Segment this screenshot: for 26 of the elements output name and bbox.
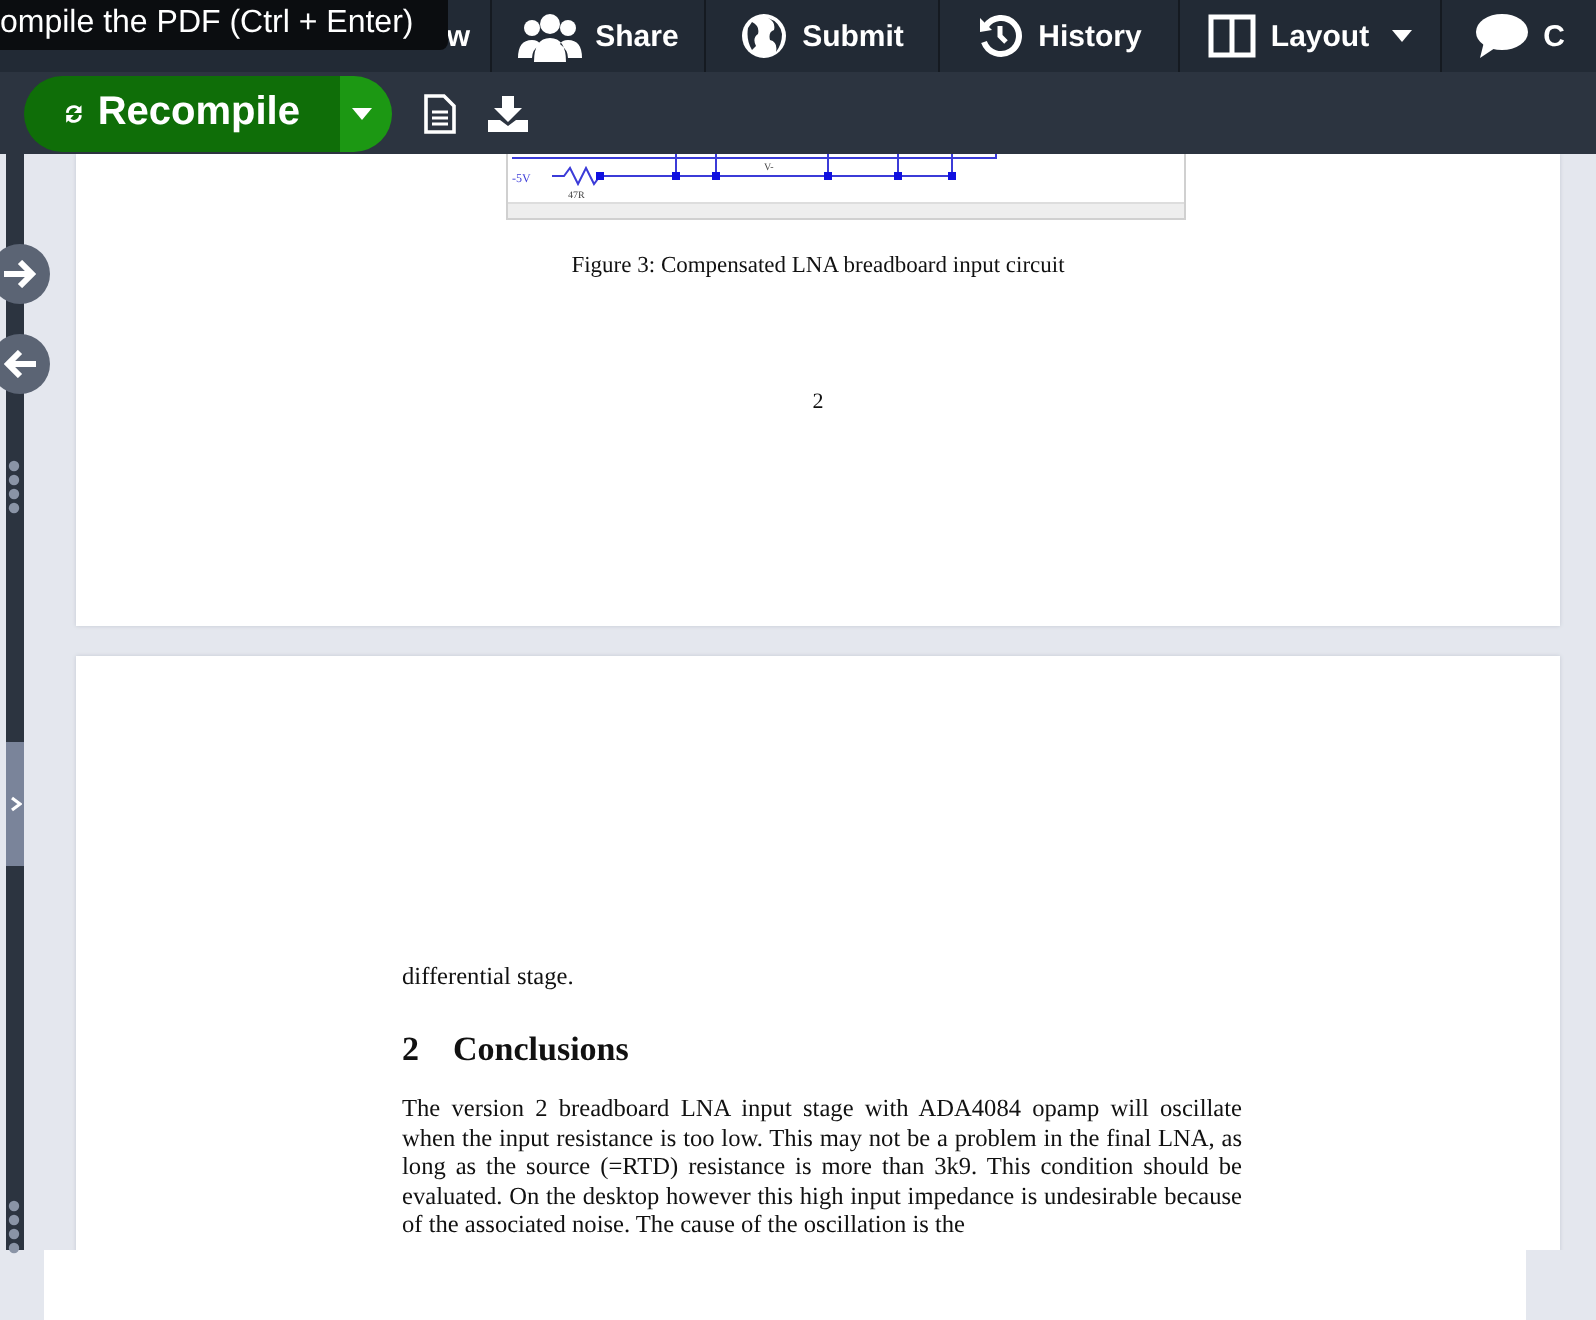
drag-handle-icon[interactable] bbox=[8, 458, 20, 518]
chevron-right-icon bbox=[9, 796, 21, 812]
dropdown-button[interactable] bbox=[340, 75, 392, 151]
chat-icon bbox=[1473, 12, 1530, 60]
back-button[interactable] bbox=[0, 334, 50, 394]
figure-caption: Figure 3: Compensated LNA breadboard input circuit bbox=[571, 254, 1065, 278]
page-number: 2 bbox=[812, 390, 824, 414]
arrow-right-icon bbox=[4, 260, 36, 288]
drag-handle-icon[interactable] bbox=[8, 1198, 20, 1258]
tooltip: ompile the PDF (Ctrl + Enter) bbox=[0, 0, 448, 50]
arrow-left-icon bbox=[4, 350, 36, 378]
caret-icon bbox=[352, 107, 372, 119]
download-icon[interactable] bbox=[488, 95, 528, 131]
forward-button[interactable] bbox=[0, 244, 50, 304]
collapse-handle[interactable] bbox=[6, 742, 24, 866]
section-number: 2 bbox=[402, 1030, 419, 1070]
document-icon[interactable] bbox=[424, 93, 456, 133]
caret-icon bbox=[1391, 30, 1412, 42]
history-icon bbox=[976, 12, 1025, 60]
section-heading: Conclusions bbox=[453, 1030, 629, 1070]
people-icon bbox=[517, 10, 582, 62]
columns-icon bbox=[1208, 14, 1257, 58]
paragraph: The version 2 breadboard LNA input stage with ADA4084 opamp will oscillate when the input resistance is too low. This may not be a problem in the final LNA, as long as the source (=RTD) resistance is more than 3k9. This condition should be evaluated. On the desktop however this high input impedance is undesirable because of the associated noise. The cause of the oscillation is the bbox=[402, 1094, 1242, 1239]
recompile-button[interactable]: Recompile bbox=[24, 75, 340, 151]
body-text: differential stage. bbox=[402, 962, 576, 992]
globe-icon bbox=[740, 12, 789, 60]
